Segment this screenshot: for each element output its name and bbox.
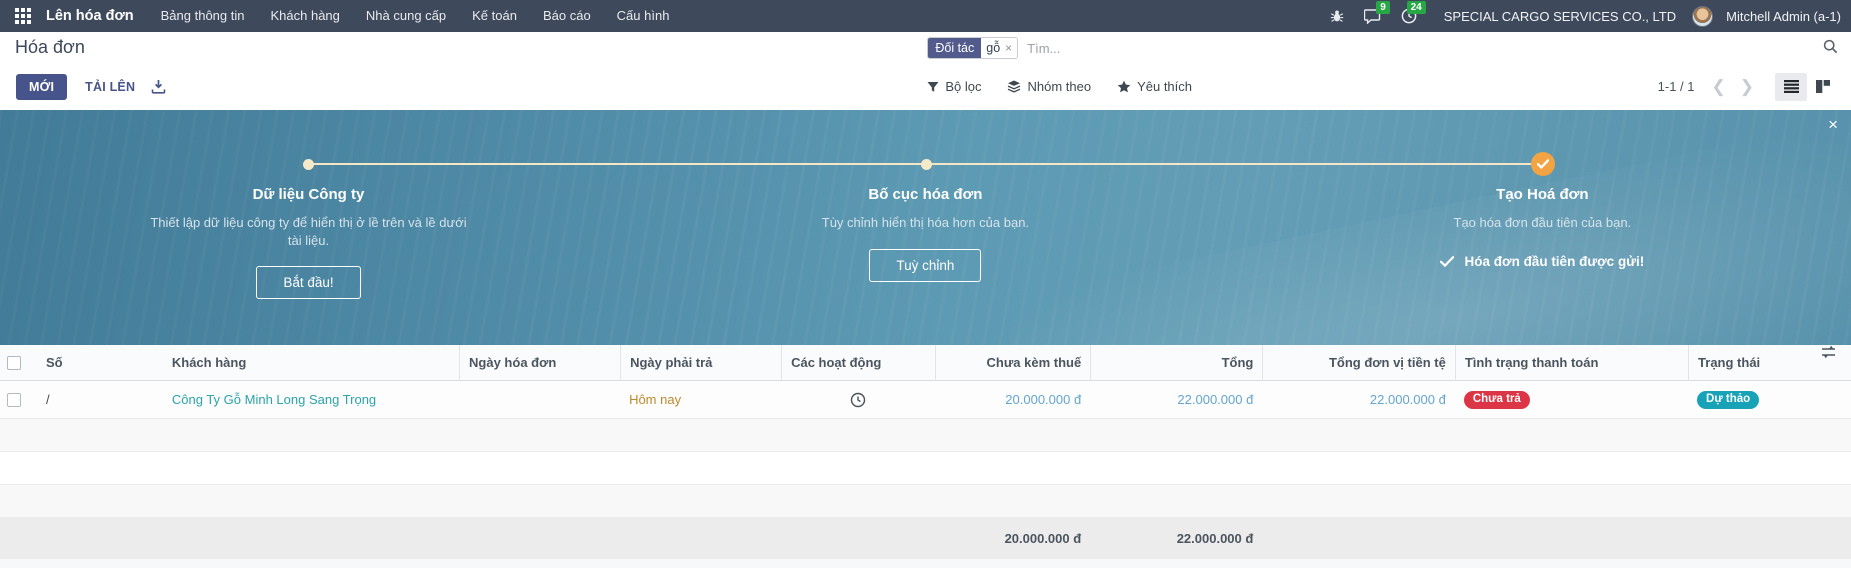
col-header-payment-status[interactable]: Tình trạng thanh toán xyxy=(1454,345,1688,381)
select-all-checkbox[interactable] xyxy=(0,345,37,381)
pager-next-icon[interactable]: ❯ xyxy=(1733,78,1761,95)
search-bar[interactable]: Đối tác gỗ × Tìm... xyxy=(927,36,1060,60)
new-button[interactable]: MỚI xyxy=(16,73,68,100)
view-switcher xyxy=(1775,72,1839,101)
col-header-customer[interactable]: Khách hàng xyxy=(163,345,459,381)
invoice-row[interactable]: / Công Ty Gỗ Minh Long Sang Trọng Hôm na… xyxy=(0,381,1851,419)
top-navbar: Lên hóa đơn Bảng thông tin Khách hàng Nh… xyxy=(0,0,1851,32)
facet-value: gỗ × xyxy=(981,38,1018,58)
debug-bug-icon[interactable] xyxy=(1322,0,1352,32)
star-icon xyxy=(1117,80,1131,93)
payment-status-cell: Chưa trả xyxy=(1455,390,1688,410)
search-facet: Đối tác gỗ × xyxy=(927,37,1019,59)
status-badge: Dự thảo xyxy=(1697,390,1760,410)
filters-button[interactable]: Bộ lọc xyxy=(927,79,981,94)
col-header-total-currency[interactable]: Tổng đơn vị tiền tệ xyxy=(1262,345,1455,381)
onboarding-step-company-data: Dữ liệu Công ty Thiết lập dữ liệu công t… xyxy=(0,186,617,300)
facet-field-label: Đối tác xyxy=(928,38,982,58)
step1-dot xyxy=(303,159,315,170)
banner-close-icon[interactable]: × xyxy=(1828,116,1838,133)
user-avatar[interactable] xyxy=(1692,5,1714,27)
control-panel-top: Hóa đơn Đối tác gỗ × Tìm... xyxy=(0,32,1851,63)
total-amount: 22.000.000 đ xyxy=(1177,392,1254,407)
apps-menu-icon[interactable] xyxy=(8,0,38,32)
list-view-icon[interactable] xyxy=(1775,72,1807,101)
table-header-row: Số Khách hàng Ngày hóa đơn Ngày phải trả… xyxy=(0,345,1851,381)
user-menu[interactable]: Mitchell Admin (a-1) xyxy=(1726,9,1841,24)
col-header-number[interactable]: Số xyxy=(37,345,163,381)
col-header-due-date[interactable]: Ngày phải trả xyxy=(620,345,781,381)
step-description: Tạo hóa đơn đầu tiên của bạn. xyxy=(1453,215,1632,230)
total-currency-amount: 22.000.000 đ xyxy=(1369,392,1446,407)
due-date-cell: Hôm nay xyxy=(629,392,682,407)
activity-clock-icon[interactable] xyxy=(781,392,935,408)
control-panel-bottom: MỚI TẢI LÊN Bộ lọc Nhóm theo Yêu thích 1… xyxy=(0,63,1851,110)
optional-columns-icon[interactable] xyxy=(1807,345,1851,381)
search-input[interactable]: Tìm... xyxy=(1027,41,1060,56)
search-icon[interactable] xyxy=(1823,39,1838,54)
menu-reporting[interactable]: Báo cáo xyxy=(530,0,604,32)
payment-status-badge: Chưa trả xyxy=(1463,390,1530,410)
pager: 1-1 / 1 ❮ ❯ xyxy=(1657,72,1839,101)
start-button[interactable]: Bắt đầu! xyxy=(256,266,361,300)
search-options: Bộ lọc Nhóm theo Yêu thích xyxy=(927,79,1192,94)
onboarding-banner: × Dữ liệu Công ty Thiết lập dữ liệu công… xyxy=(0,110,1851,345)
untaxed-amount: 20.000.000 đ xyxy=(1005,392,1082,407)
download-icon[interactable] xyxy=(151,79,166,94)
app-name[interactable]: Lên hóa đơn xyxy=(46,8,134,24)
empty-row xyxy=(0,485,1851,518)
facet-remove-icon[interactable]: × xyxy=(1005,41,1012,55)
customize-button[interactable]: Tuỳ chỉnh xyxy=(869,248,982,282)
company-switcher[interactable]: SPECIAL CARGO SERVICES CO., LTD xyxy=(1444,9,1676,24)
onboarding-step-invoice-layout: Bố cục hóa đơn Tùy chỉnh hiển thị hóa hơ… xyxy=(617,186,1234,299)
invoice-number: / xyxy=(46,392,50,407)
customer-link[interactable]: Công Ty Gỗ Minh Long Sang Trọng xyxy=(163,392,459,407)
activities-clock-icon[interactable]: 24 xyxy=(1394,0,1426,32)
activities-count-badge: 24 xyxy=(1406,1,1426,14)
favorites-button[interactable]: Yêu thích xyxy=(1117,79,1192,94)
menu-vendors[interactable]: Nhà cung cấp xyxy=(353,0,459,32)
footer-untaxed-total: 20.000.000 đ xyxy=(1004,531,1082,546)
step-title: Dữ liệu Công ty xyxy=(252,186,365,203)
col-header-untaxed[interactable]: Chưa kèm thuế xyxy=(934,345,1090,381)
first-invoice-sent-note: Hóa đơn đầu tiên được gửi! xyxy=(1440,254,1644,269)
step-title: Tạo Hoá đơn xyxy=(1496,186,1589,203)
step-title: Bố cục hóa đơn xyxy=(868,186,983,203)
layers-icon xyxy=(1008,80,1021,93)
check-icon xyxy=(1440,255,1455,267)
pager-range: 1-1 / 1 xyxy=(1657,79,1695,94)
col-header-activities[interactable]: Các hoạt động xyxy=(781,345,935,381)
upload-button[interactable]: TẢI LÊN xyxy=(73,74,147,100)
menu-accounting[interactable]: Kế toán xyxy=(459,0,530,32)
messages-count-badge: 9 xyxy=(1376,1,1390,14)
step-description: Thiết lập dữ liệu công ty để hiển thị ở … xyxy=(150,215,467,248)
row-checkbox[interactable] xyxy=(0,392,37,407)
onboarding-step-create-invoice: Tạo Hoá đơn Tạo hóa đơn đầu tiên của bạn… xyxy=(1234,186,1851,299)
col-header-total[interactable]: Tổng xyxy=(1090,345,1262,381)
funnel-icon xyxy=(927,81,939,92)
bottom-strip xyxy=(0,559,1851,568)
empty-row xyxy=(0,419,1851,452)
group-by-button[interactable]: Nhóm theo xyxy=(1007,79,1091,94)
step2-dot xyxy=(920,159,932,170)
empty-row xyxy=(0,452,1851,485)
col-header-invoice-date[interactable]: Ngày hóa đơn xyxy=(459,345,620,381)
messages-icon[interactable]: 9 xyxy=(1358,0,1390,32)
kanban-view-icon[interactable] xyxy=(1807,73,1839,101)
table-footer-totals: 20.000.000 đ 22.000.000 đ xyxy=(0,518,1851,559)
col-header-status[interactable]: Trạng thái xyxy=(1688,345,1806,381)
menu-configuration[interactable]: Cấu hình xyxy=(604,0,683,32)
step-description: Tùy chỉnh hiển thị hóa hơn của bạn. xyxy=(821,215,1030,230)
status-cell: Dự thảo xyxy=(1688,390,1806,410)
pager-previous-icon[interactable]: ❮ xyxy=(1705,78,1733,95)
footer-total: 22.000.000 đ xyxy=(1176,531,1254,546)
menu-dashboard[interactable]: Bảng thông tin xyxy=(148,0,258,32)
step3-done-icon xyxy=(1530,152,1555,176)
page-title: Hóa đơn xyxy=(15,37,85,57)
menu-customers[interactable]: Khách hàng xyxy=(258,0,353,32)
